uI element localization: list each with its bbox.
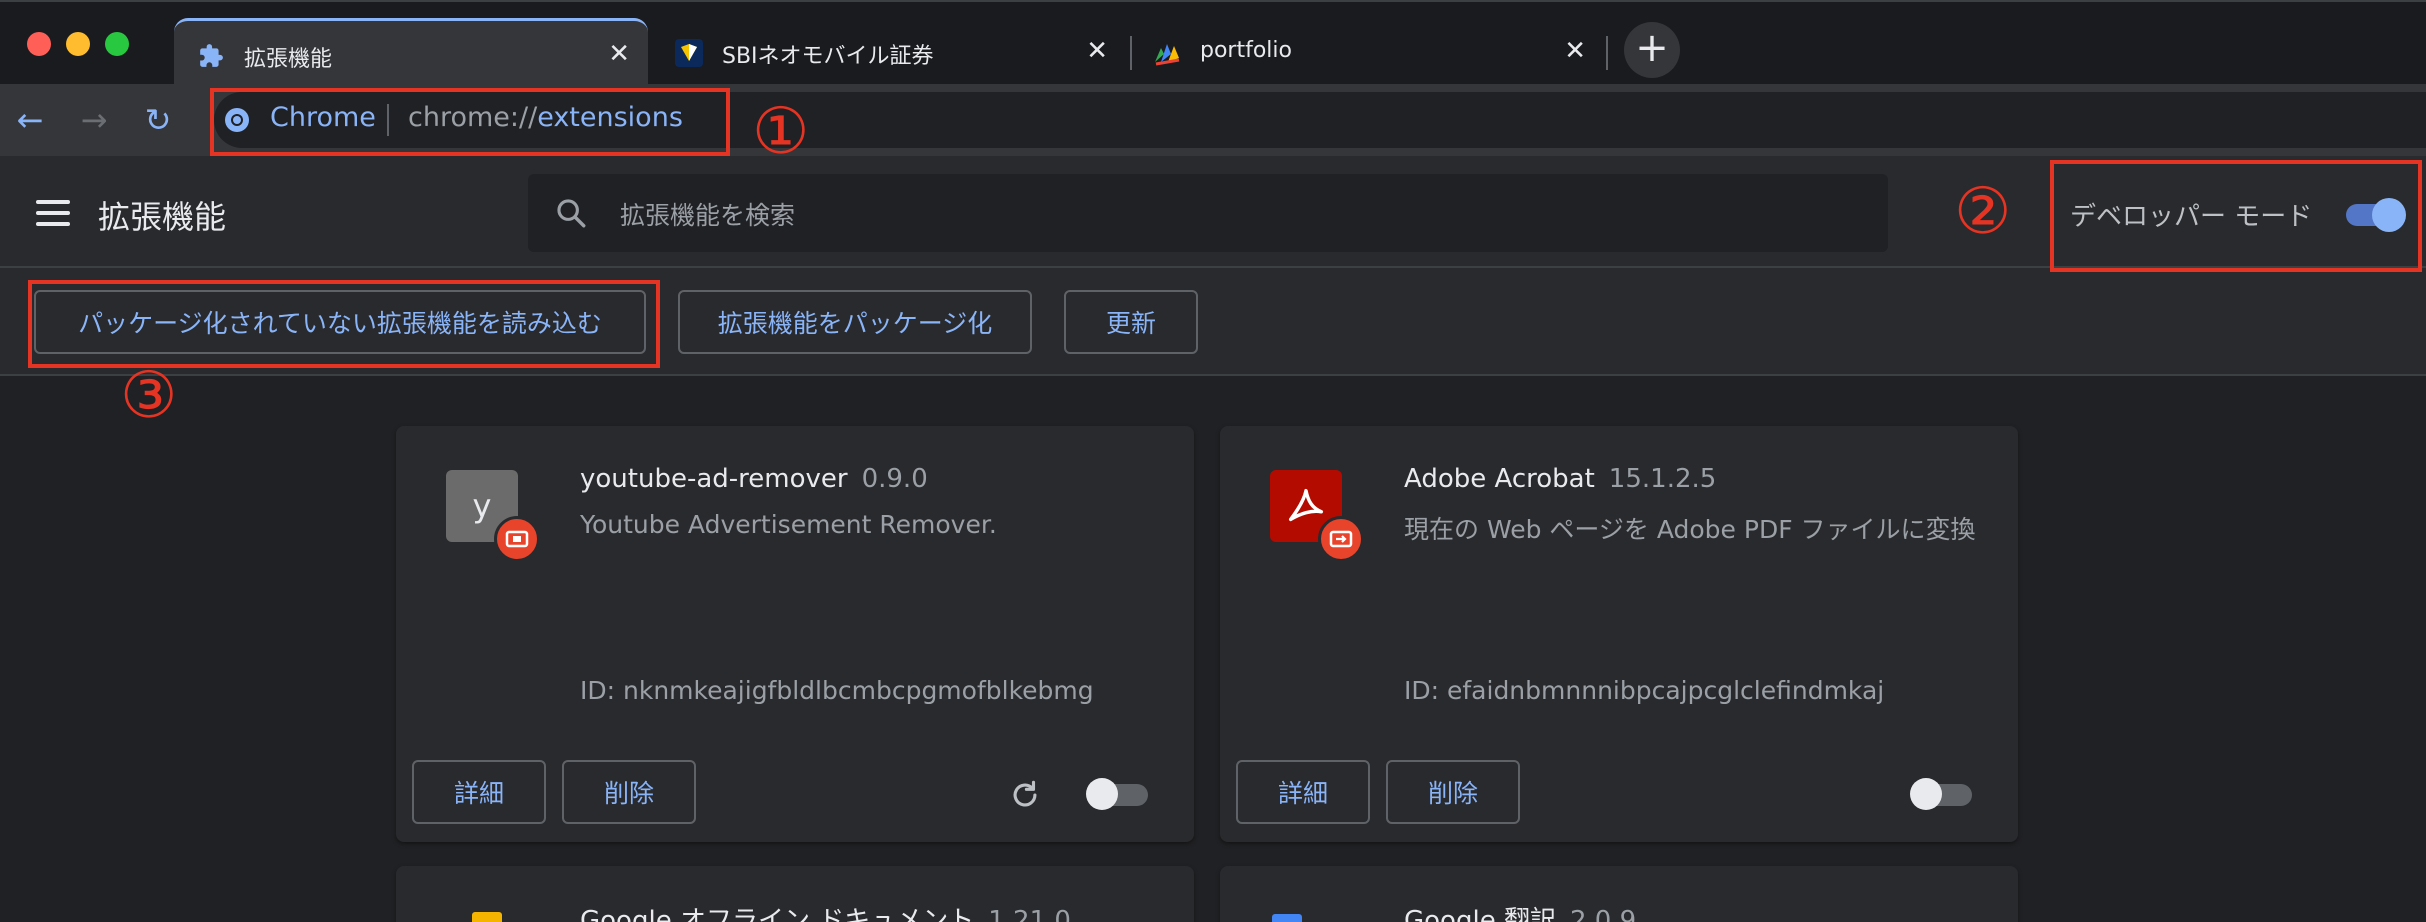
toggle-knob: [1910, 778, 1942, 810]
puzzle-icon: [196, 41, 226, 71]
extension-description: 現在の Web ページを Adobe PDF ファイルに変換: [1404, 515, 1976, 544]
search-placeholder: 拡張機能を検索: [620, 201, 796, 230]
forward-icon[interactable]: →: [76, 102, 112, 138]
pack-extension-button[interactable]: 拡張機能をパッケージ化: [678, 290, 1032, 354]
extension-version: 15.1.2.5: [1608, 464, 1717, 494]
extension-id: ID: efaidnbmnnnibpcajpcglclefindmkaj: [1404, 676, 1885, 705]
annotation-box-load-unpacked: [28, 280, 660, 368]
back-icon[interactable]: ←: [12, 102, 48, 138]
tab-close-icon[interactable]: ✕: [1564, 36, 1586, 66]
annotation-number-3: ③: [120, 359, 178, 433]
window-zoom-button[interactable]: [105, 32, 129, 56]
google-translate-logo-icon: [1272, 914, 1302, 922]
extension-name-text: Google 翻訳: [1404, 906, 1556, 922]
google-docs-logo-icon: [472, 912, 502, 922]
screen-share-badge-icon: [1318, 516, 1364, 562]
details-button[interactable]: 詳細: [412, 760, 546, 824]
tab-title: 拡張機能: [244, 47, 333, 72]
extension-name-text: youtube-ad-remover: [580, 464, 848, 494]
toggle-knob: [1086, 778, 1118, 810]
search-icon: [554, 196, 588, 230]
extension-version: 1.21.0: [988, 906, 1071, 922]
portfolio-logo-icon: [1152, 38, 1182, 68]
menu-icon[interactable]: [36, 200, 70, 226]
extension-version: 0.9.0: [861, 464, 928, 494]
remove-button[interactable]: 削除: [562, 760, 696, 824]
new-tab-button[interactable]: +: [1624, 22, 1680, 78]
extension-name-text: Adobe Acrobat: [1404, 464, 1595, 494]
extension-card-youtube-ad-remover: y youtube-ad-remover 0.9.0 Youtube Advert…: [396, 426, 1194, 842]
extension-enable-toggle[interactable]: [1910, 778, 1974, 810]
annotation-number-2: ②: [1954, 175, 2012, 249]
extension-description: Youtube Advertisement Remover.: [580, 510, 997, 539]
extension-id: ID: nknmkeajigfbldlbcmbcpgmofblkebmg: [580, 676, 1094, 705]
details-button[interactable]: 詳細: [1236, 760, 1370, 824]
extension-version: 2.0.9: [1569, 906, 1637, 922]
tab-sbi[interactable]: SBIネオモバイル証券 ✕: [652, 18, 1126, 86]
update-button[interactable]: 更新: [1064, 290, 1198, 354]
extension-name: Adobe Acrobat 15.1.2.5: [1404, 464, 1716, 494]
tab-portfolio[interactable]: portfolio ✕: [1130, 18, 1604, 86]
extension-card-google-docs-offline: Google オフライン ドキュメント 1.21.0: [396, 866, 1194, 922]
page-title: 拡張機能: [98, 198, 227, 236]
extension-card-google-translate: Google 翻訳 2.0.9: [1220, 866, 2018, 922]
window-minimize-button[interactable]: [66, 32, 90, 56]
tab-title: SBIネオモバイル証券: [722, 44, 934, 69]
sbi-logo-icon: [674, 38, 704, 68]
annotation-box-omnibox: [210, 88, 730, 156]
extension-name: youtube-ad-remover 0.9.0: [580, 464, 928, 494]
reload-extension-icon[interactable]: [1008, 778, 1042, 812]
extension-name: Google 翻訳 2.0.9: [1404, 900, 1636, 922]
tab-close-icon[interactable]: ✕: [608, 39, 630, 69]
reload-icon[interactable]: ↻: [140, 102, 176, 138]
remove-button[interactable]: 削除: [1386, 760, 1520, 824]
tab-extensions[interactable]: 拡張機能 ✕: [174, 18, 648, 86]
tab-close-icon[interactable]: ✕: [1086, 36, 1108, 66]
extension-enable-toggle[interactable]: [1086, 778, 1150, 810]
tab-strip: 拡張機能 ✕ SBIネオモバイル証券 ✕ portfolio ✕ +: [0, 0, 2426, 86]
extension-name: Google オフライン ドキュメント 1.21.0: [580, 900, 1071, 922]
extension-name-text: Google オフライン ドキュメント: [580, 906, 975, 922]
extension-card-adobe-acrobat: Adobe Acrobat 15.1.2.5 現在の Web ページを Adobe…: [1220, 426, 2018, 842]
screenshot-badge-icon: [494, 516, 540, 562]
window-close-button[interactable]: [27, 32, 51, 56]
tab-separator: [1606, 36, 1608, 70]
annotation-number-1: ①: [752, 95, 810, 169]
annotation-box-developer-mode: [2050, 160, 2422, 272]
tab-title: portfolio: [1200, 38, 1292, 63]
search-input[interactable]: 拡張機能を検索: [528, 174, 1888, 252]
